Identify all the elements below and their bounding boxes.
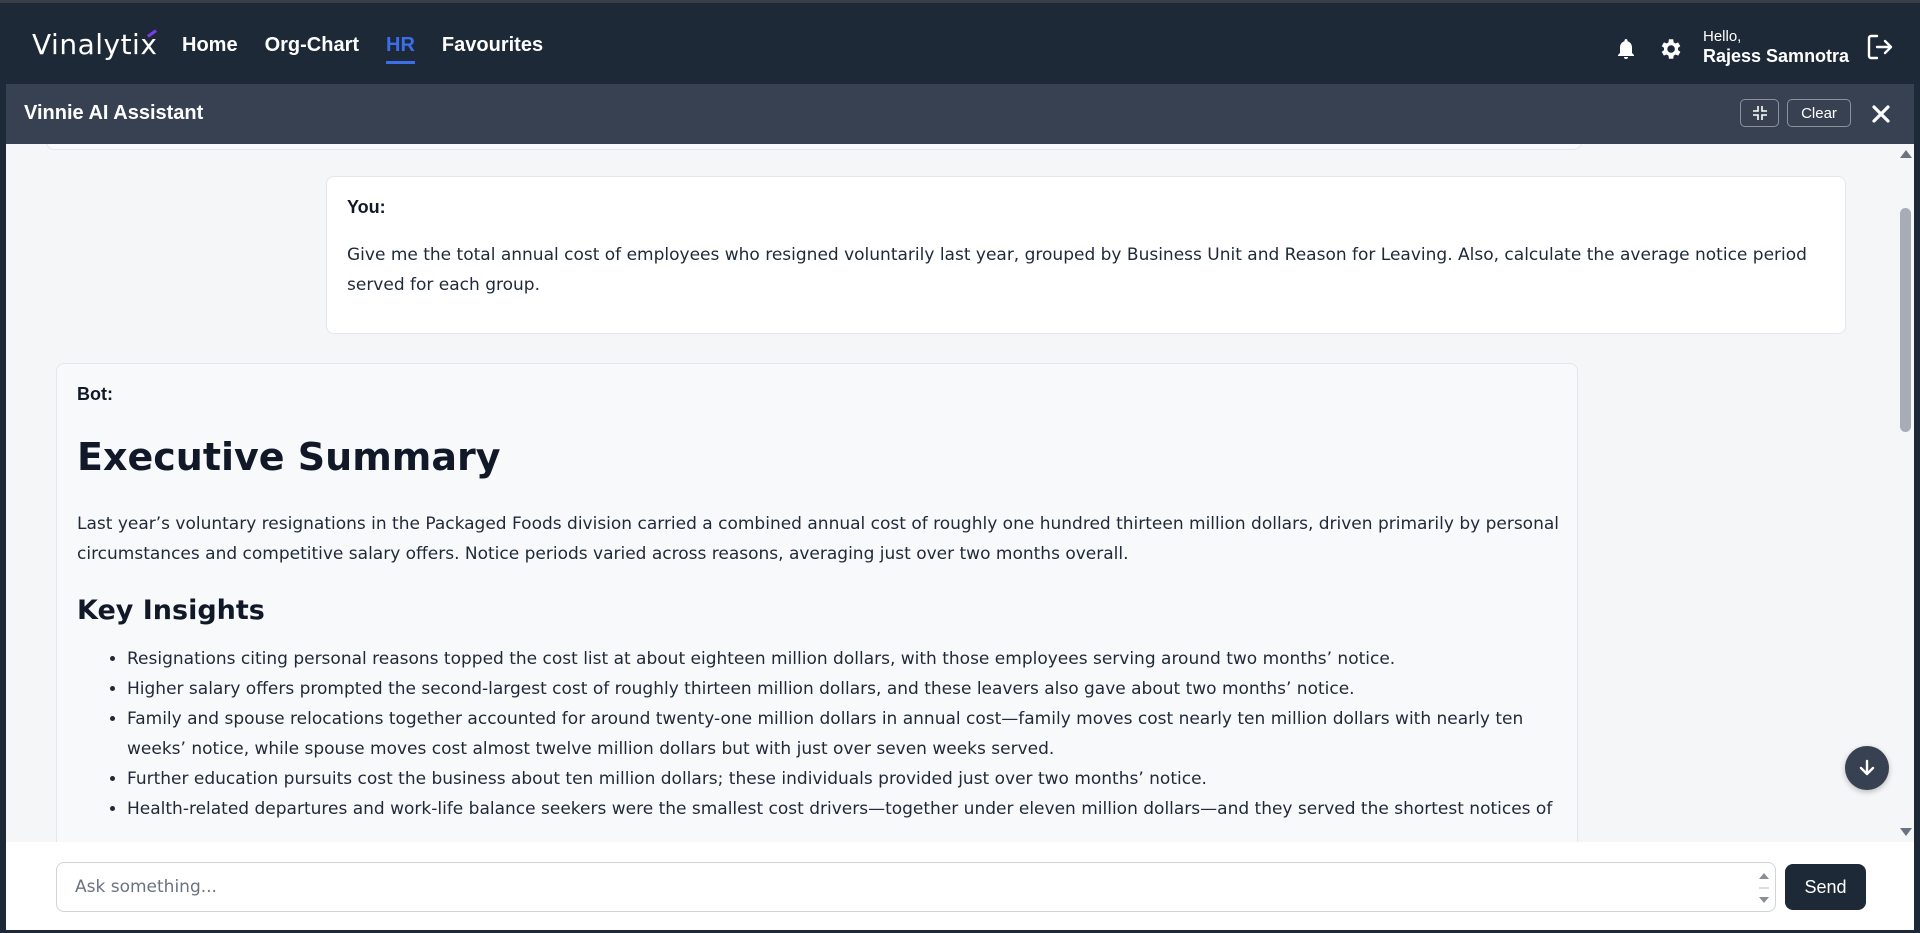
assistant-title: Vinnie AI Assistant — [24, 102, 204, 124]
chat-scrollbar[interactable] — [1896, 144, 1914, 842]
scroll-up-arrow-icon[interactable] — [1900, 150, 1912, 158]
collapse-button[interactable] — [1740, 99, 1779, 127]
scrollbar-thumb[interactable] — [1900, 208, 1911, 432]
executive-summary-heading: Executive Summary — [77, 435, 501, 479]
executive-summary-text: Last year’s voluntary resignations in th… — [77, 514, 1559, 564]
list-item: Further education pursuits cost the busi… — [127, 764, 1567, 794]
bell-icon[interactable] — [1614, 37, 1638, 61]
user-greeting[interactable]: Hello, Rajess Samnotra — [1703, 28, 1849, 67]
nav-home[interactable]: Home — [182, 34, 238, 64]
close-icon[interactable] — [1868, 101, 1894, 127]
greeting-text: Hello, — [1703, 28, 1742, 45]
user-message-label: You: — [347, 197, 386, 217]
user-message: You: Give me the total annual cost of em… — [326, 176, 1846, 334]
list-item: Family and spouse relocations together a… — [127, 704, 1567, 764]
chat-messages[interactable]: You: Give me the total annual cost of em… — [6, 144, 1896, 842]
previous-message-edge — [46, 144, 1582, 150]
arrow-down-icon — [1859, 759, 1875, 776]
main-nav: Home Org-Chart HR Favourites — [182, 34, 570, 64]
key-insights-list: Resignations citing personal reasons top… — [77, 644, 1567, 824]
ask-input[interactable] — [56, 862, 1776, 912]
gear-icon[interactable] — [1657, 36, 1683, 62]
brand-logo[interactable]: Vinalytix — [32, 28, 157, 61]
clear-button[interactable]: Clear — [1787, 99, 1851, 127]
nav-hr[interactable]: HR — [386, 34, 415, 64]
list-item: Resignations citing personal reasons top… — [127, 644, 1567, 674]
collapse-icon — [1752, 106, 1767, 120]
user-message-text: Give me the total annual cost of employe… — [347, 245, 1807, 295]
assistant-header: Vinnie AI Assistant Clear — [6, 84, 1914, 144]
list-item: Health-related departures and work-life … — [127, 794, 1567, 824]
bot-message: Bot: Executive Summary Last year’s volun… — [56, 363, 1578, 842]
user-name: Rajess Samnotra — [1703, 46, 1850, 66]
bot-message-label: Bot: — [77, 384, 113, 404]
logout-icon[interactable] — [1865, 32, 1895, 62]
chat-input-bar: Send — [6, 842, 1914, 930]
list-item: Higher salary offers prompted the second… — [127, 674, 1567, 704]
top-navbar: Vinalytix Home Org-Chart HR Favourites H… — [0, 6, 1920, 84]
resize-handle-icon[interactable] — [1757, 869, 1771, 907]
scroll-to-bottom-button[interactable] — [1845, 746, 1889, 790]
scroll-down-arrow-icon[interactable] — [1900, 828, 1912, 836]
nav-org-chart[interactable]: Org-Chart — [265, 34, 359, 64]
key-insights-heading: Key Insights — [77, 595, 265, 626]
send-button[interactable]: Send — [1785, 864, 1866, 910]
app-window: Vinalytix Home Org-Chart HR Favourites H… — [0, 0, 1920, 933]
nav-favourites[interactable]: Favourites — [442, 34, 543, 64]
